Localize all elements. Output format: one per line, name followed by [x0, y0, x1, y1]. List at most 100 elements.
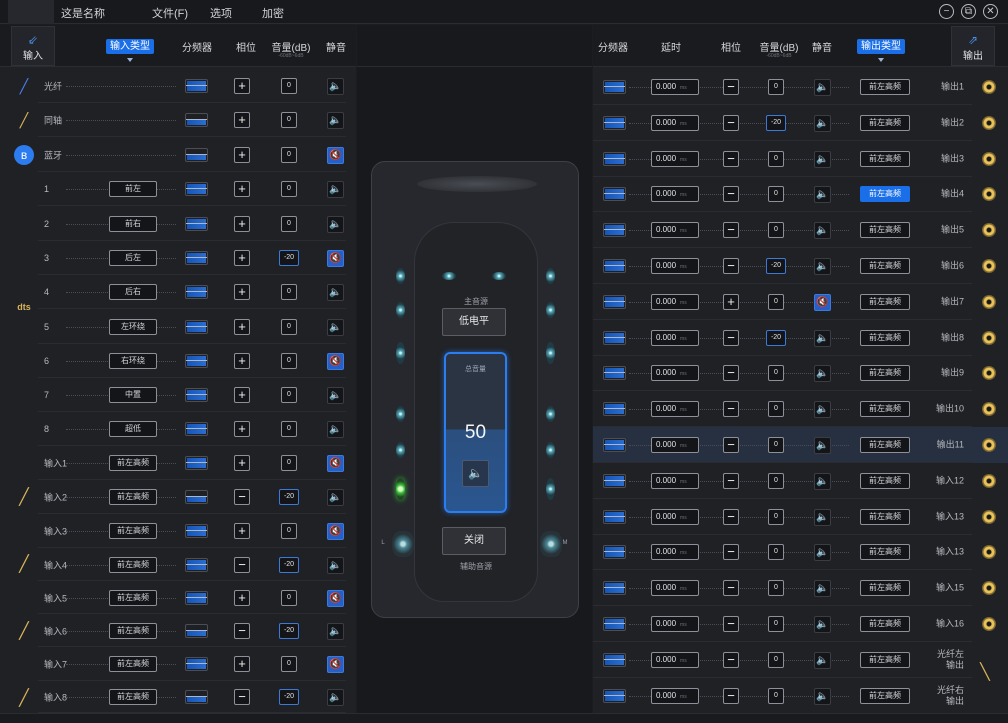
crossover-icon[interactable] — [185, 690, 208, 704]
output-type-select[interactable]: 前左高频 — [860, 652, 910, 668]
input-type-select[interactable]: 后右 — [109, 284, 157, 300]
phase-button[interactable]: − — [723, 186, 739, 202]
volume-field[interactable]: 0 — [281, 455, 297, 471]
volume-field[interactable]: 0 — [281, 181, 297, 197]
volume-field[interactable]: -20 — [279, 250, 299, 266]
mute-button[interactable]: 🔈 — [814, 258, 831, 275]
crossover-icon[interactable] — [185, 524, 208, 538]
volume-field[interactable]: 0 — [768, 365, 784, 381]
crossover-icon[interactable] — [603, 116, 626, 130]
volume-field[interactable]: 0 — [768, 580, 784, 596]
input-type-select[interactable]: 后左 — [109, 250, 157, 266]
crossover-icon[interactable] — [185, 557, 208, 572]
delay-field[interactable]: 0.000 ms — [651, 688, 699, 704]
phase-button[interactable]: − — [723, 330, 739, 346]
output-type-select[interactable]: 前左高频 — [860, 616, 910, 632]
close-aux-button[interactable]: 关闭 — [442, 527, 506, 555]
phase-button[interactable]: + — [234, 250, 250, 266]
volume-field[interactable]: 0 — [768, 473, 784, 489]
mute-button[interactable]: 🔈 — [814, 473, 831, 490]
phase-button[interactable]: − — [723, 688, 739, 704]
crossover-icon[interactable] — [185, 422, 208, 436]
phase-button[interactable]: + — [234, 589, 250, 606]
mute-button[interactable]: 🔇 — [327, 250, 344, 267]
phase-button[interactable]: + — [234, 523, 250, 539]
mute-button[interactable]: 🔈 — [327, 112, 344, 129]
volume-field[interactable]: 0 — [768, 294, 784, 310]
output-type-select[interactable]: 前左高频 — [860, 258, 910, 274]
phase-button[interactable]: + — [234, 112, 250, 128]
phase-button[interactable]: + — [234, 455, 250, 471]
crossover-icon[interactable] — [185, 147, 208, 162]
crossover-icon[interactable] — [603, 689, 626, 703]
mute-button[interactable]: 🔇 — [327, 656, 344, 673]
volume-field[interactable]: -20 — [766, 115, 786, 131]
crossover-icon[interactable] — [603, 510, 626, 524]
crossover-icon[interactable] — [603, 187, 626, 201]
volume-field[interactable]: 0 — [768, 509, 784, 525]
phase-button[interactable]: − — [723, 79, 739, 95]
mute-button[interactable]: 🔇 — [327, 455, 344, 472]
volume-field[interactable]: 0 — [768, 652, 784, 668]
input-button[interactable]: ⇙ 输入 — [11, 26, 55, 66]
volume-field[interactable]: -20 — [766, 330, 786, 346]
mute-button[interactable]: 🔇 — [814, 294, 831, 311]
phase-button[interactable]: − — [234, 556, 250, 573]
mute-button[interactable]: 🔈 — [327, 215, 344, 233]
mute-button[interactable]: 🔈 — [327, 181, 344, 198]
phase-button[interactable]: + — [234, 318, 250, 335]
mute-button[interactable]: 🔇 — [327, 589, 344, 607]
mute-button[interactable]: 🔈 — [814, 330, 831, 347]
phase-button[interactable]: − — [723, 222, 739, 238]
delay-field[interactable]: 0.000 ms — [651, 616, 699, 632]
delay-field[interactable]: 0.000 ms — [651, 115, 699, 131]
input-type-select[interactable]: 前左高频 — [109, 556, 157, 573]
phase-button[interactable]: − — [723, 544, 739, 560]
crossover-icon[interactable] — [603, 617, 626, 631]
crossover-icon[interactable] — [185, 490, 208, 504]
mute-button[interactable]: 🔇 — [327, 353, 344, 370]
phase-button[interactable]: − — [234, 489, 250, 505]
delay-field[interactable]: 0.000 ms — [651, 186, 699, 202]
output-type-select[interactable]: 前左高频 — [860, 365, 910, 381]
input-type-select[interactable]: 前左高频 — [109, 656, 157, 672]
phase-button[interactable]: − — [234, 622, 250, 639]
crossover-icon[interactable] — [603, 259, 626, 273]
input-type-select[interactable]: 右环绕 — [109, 353, 157, 369]
volume-field[interactable]: 0 — [768, 151, 784, 167]
volume-field[interactable]: -20 — [279, 622, 299, 639]
mute-button[interactable]: 🔇 — [327, 523, 344, 540]
mute-button[interactable]: 🔈 — [327, 78, 344, 95]
volume-field[interactable]: -20 — [279, 489, 299, 505]
mute-button[interactable]: 🔈 — [327, 387, 344, 404]
mute-button[interactable]: 🔈 — [327, 622, 344, 640]
mute-button[interactable]: 🔈 — [814, 186, 831, 203]
crossover-icon[interactable] — [185, 590, 208, 605]
mute-button[interactable]: 🔈 — [327, 489, 344, 506]
volume-field[interactable]: -20 — [766, 258, 786, 274]
phase-button[interactable]: + — [234, 284, 250, 300]
output-type-select[interactable]: 前左高频 — [860, 115, 910, 131]
mute-button[interactable]: 🔈 — [814, 151, 831, 168]
crossover-icon[interactable] — [603, 581, 626, 595]
input-type-select[interactable]: 前左高频 — [109, 523, 157, 539]
crossover-icon[interactable] — [185, 623, 208, 638]
delay-field[interactable]: 0.000 ms — [651, 258, 699, 274]
mute-button[interactable]: 🔈 — [814, 365, 831, 382]
volume-field[interactable]: -20 — [279, 556, 299, 573]
output-type-select[interactable]: 前左高频 — [860, 79, 910, 95]
mute-button[interactable]: 🔈 — [327, 284, 344, 301]
volume-field[interactable]: 0 — [281, 146, 297, 163]
delay-field[interactable]: 0.000 ms — [651, 222, 699, 238]
input-type-select[interactable]: 前右 — [109, 215, 157, 232]
phase-button[interactable]: + — [234, 146, 250, 163]
volume-field[interactable]: 0 — [768, 222, 784, 238]
crossover-icon[interactable] — [185, 79, 208, 93]
volume-field[interactable]: -20 — [279, 689, 299, 705]
crossover-icon[interactable] — [603, 223, 626, 237]
input-type-select[interactable]: 前左高频 — [109, 689, 157, 705]
output-type-select[interactable]: 前左高频 — [860, 688, 910, 704]
volume-field[interactable]: 0 — [281, 78, 297, 94]
output-type-select[interactable]: 前左高频 — [860, 294, 910, 310]
phase-button[interactable]: − — [723, 365, 739, 381]
